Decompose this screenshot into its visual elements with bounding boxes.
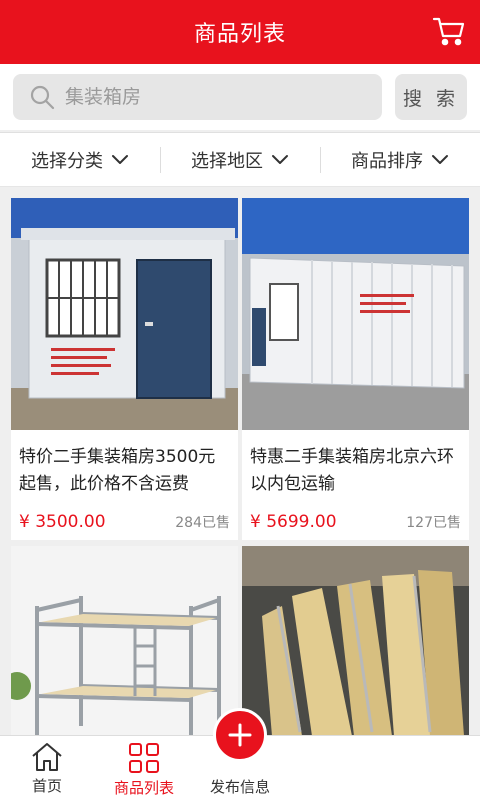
product-name[interactable]: 特惠二手集装箱房北京六环以内包运输	[242, 430, 469, 502]
product-card[interactable]: 特惠二手集装箱房北京六环以内包运输 ¥ 5699.00 127已售	[242, 198, 469, 540]
filter-region[interactable]: 选择地区	[160, 133, 320, 186]
product-name[interactable]: 特价二手集装箱房3500元起售，此价格不含运费	[11, 430, 238, 502]
chevron-down-icon	[432, 154, 448, 164]
filter-category[interactable]: 选择分类	[0, 133, 160, 186]
filter-bar: 选择分类 选择地区 商品排序	[0, 132, 480, 187]
product-card[interactable]: 特价二手集装箱房3500元起售，此价格不含运费 ¥ 3500.00 284已售	[11, 198, 238, 540]
product-price: ¥ 3500.00	[19, 512, 106, 532]
filter-sort-label: 商品排序	[351, 150, 423, 172]
search-icon	[30, 85, 55, 110]
product-meta: ¥ 5699.00 127已售	[242, 502, 469, 532]
publish-button[interactable]	[213, 708, 267, 762]
app-header: 商品列表	[0, 0, 480, 64]
tab-home[interactable]: 首页	[0, 736, 102, 800]
page-title: 商品列表	[193, 22, 286, 47]
search-bar: 搜 索	[0, 64, 480, 130]
product-price: ¥ 5699.00	[250, 512, 337, 532]
search-input[interactable]	[65, 86, 345, 108]
product-sold-count: 284已售	[175, 515, 230, 531]
product-image[interactable]	[11, 546, 238, 736]
search-field[interactable]	[13, 74, 382, 120]
filter-sort[interactable]: 商品排序	[320, 133, 480, 186]
tab-home-label: 首页	[31, 777, 62, 795]
product-meta: ¥ 3500.00 284已售	[11, 502, 238, 532]
search-button[interactable]: 搜 索	[395, 74, 467, 120]
product-card[interactable]	[242, 546, 469, 736]
product-image[interactable]	[242, 546, 469, 736]
tab-publish-label: 发布信息	[209, 778, 270, 796]
product-card[interactable]	[11, 546, 238, 736]
grid-icon	[129, 743, 159, 773]
filter-category-label: 选择分类	[31, 150, 103, 172]
filter-region-label: 选择地区	[191, 150, 263, 172]
chevron-down-icon	[272, 154, 288, 164]
product-image[interactable]	[242, 198, 469, 430]
product-sold-count: 127已售	[406, 515, 461, 531]
tab-product-list[interactable]: 商品列表	[89, 736, 199, 800]
tab-product-list-label: 商品列表	[113, 779, 174, 797]
cart-icon[interactable]	[432, 14, 466, 48]
plus-icon	[228, 723, 252, 747]
product-image[interactable]	[11, 198, 238, 430]
chevron-down-icon	[112, 154, 128, 164]
home-icon	[32, 743, 62, 771]
